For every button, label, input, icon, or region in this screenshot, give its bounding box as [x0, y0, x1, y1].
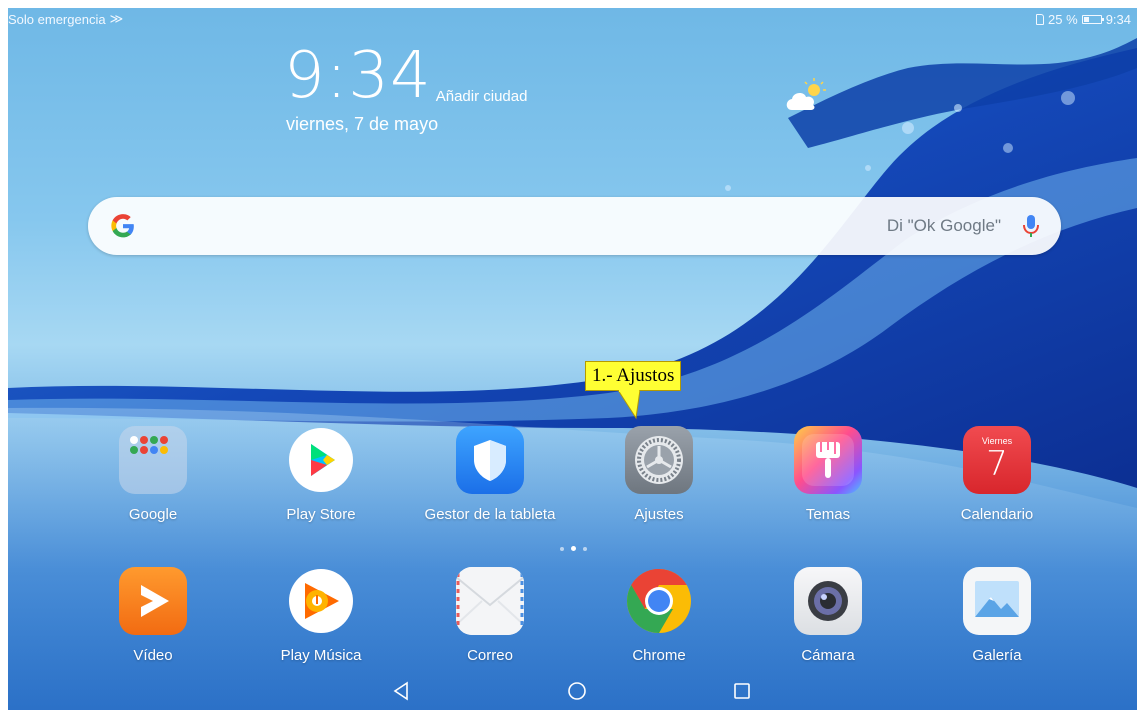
app-play-music[interactable]: Play Música — [246, 567, 396, 664]
page-dot-active[interactable] — [571, 546, 576, 551]
carrier-status: Solo emergencia — [8, 11, 106, 27]
app-play-store[interactable]: Play Store — [246, 426, 396, 523]
app-label: Temas — [805, 506, 851, 523]
app-label: Calendario — [960, 506, 1034, 523]
google-search-bar[interactable]: Di "Ok Google" — [88, 197, 1061, 255]
home-screen: Solo emergencia ≫ 25 % 9:34 9:34 Añadir c… — [8, 8, 1137, 710]
gallery-icon — [963, 567, 1031, 635]
app-camera[interactable]: Cámara — [753, 567, 903, 664]
chrome-icon — [625, 567, 693, 635]
app-label: Correo — [467, 647, 513, 664]
clock-widget[interactable]: 9:34 Añadir ciudad viernes, 7 de mayo — [284, 44, 527, 135]
app-gallery[interactable]: Galería — [922, 567, 1072, 664]
page-indicator[interactable] — [560, 546, 587, 551]
google-g-icon — [111, 214, 134, 238]
app-label: Ajustes — [634, 506, 684, 523]
google-folder-icon — [119, 426, 187, 494]
app-label: Cámara — [801, 647, 855, 664]
app-label: Google — [128, 506, 178, 523]
app-label: Chrome — [632, 647, 686, 664]
app-mail[interactable]: Correo — [415, 567, 565, 664]
clock-time[interactable]: 9:34 — [284, 44, 432, 108]
app-google-folder[interactable]: Google — [78, 426, 228, 523]
add-city-link[interactable]: Añadir ciudad — [436, 88, 528, 105]
annotation-callout-pointer — [618, 390, 640, 420]
app-tablet-manager[interactable]: Gestor de la tableta — [415, 426, 565, 523]
back-icon[interactable] — [388, 678, 414, 704]
status-bar: Solo emergencia ≫ 25 % 9:34 — [8, 8, 1137, 30]
music-icon — [287, 567, 355, 635]
brush-icon — [794, 426, 862, 494]
app-label: Vídeo — [133, 647, 173, 664]
app-label: Play Store — [286, 506, 356, 523]
calendar-day-number: 7 — [986, 444, 1008, 484]
cloud-sun-icon[interactable] — [782, 76, 832, 116]
navigation-bar — [8, 672, 1137, 710]
play-store-icon — [287, 426, 355, 494]
wifi-calling-icon: ≫ — [109, 11, 124, 26]
gear-icon — [625, 426, 693, 494]
app-settings[interactable]: Ajustes — [584, 426, 734, 523]
mail-icon — [456, 567, 524, 635]
clock-date: viernes, 7 de mayo — [286, 114, 439, 134]
page-dot[interactable] — [583, 546, 587, 551]
camera-icon — [794, 567, 862, 635]
status-time: 9:34 — [1105, 11, 1131, 27]
mic-icon[interactable] — [1023, 214, 1039, 238]
video-icon — [119, 567, 187, 635]
calendar-icon: Viernes 7 — [963, 426, 1031, 494]
app-calendar[interactable]: Viernes 7 Calendario — [922, 426, 1072, 523]
home-icon[interactable] — [564, 678, 590, 704]
sim-icon — [1036, 13, 1045, 25]
battery-percent: 25 % — [1048, 11, 1078, 27]
ok-google-hint: Di "Ok Google" — [886, 216, 1001, 235]
app-label: Galería — [972, 647, 1022, 664]
app-themes[interactable]: Temas — [753, 426, 903, 523]
annotation-callout: 1.- Ajustos — [585, 361, 682, 391]
recents-icon[interactable] — [729, 678, 755, 704]
app-label: Gestor de la tableta — [424, 506, 556, 523]
battery-icon — [1081, 14, 1104, 24]
shield-icon — [456, 426, 524, 494]
app-label: Play Música — [280, 647, 362, 664]
app-chrome[interactable]: Chrome — [584, 567, 734, 664]
app-video[interactable]: Vídeo — [78, 567, 228, 664]
page-dot[interactable] — [560, 546, 564, 551]
